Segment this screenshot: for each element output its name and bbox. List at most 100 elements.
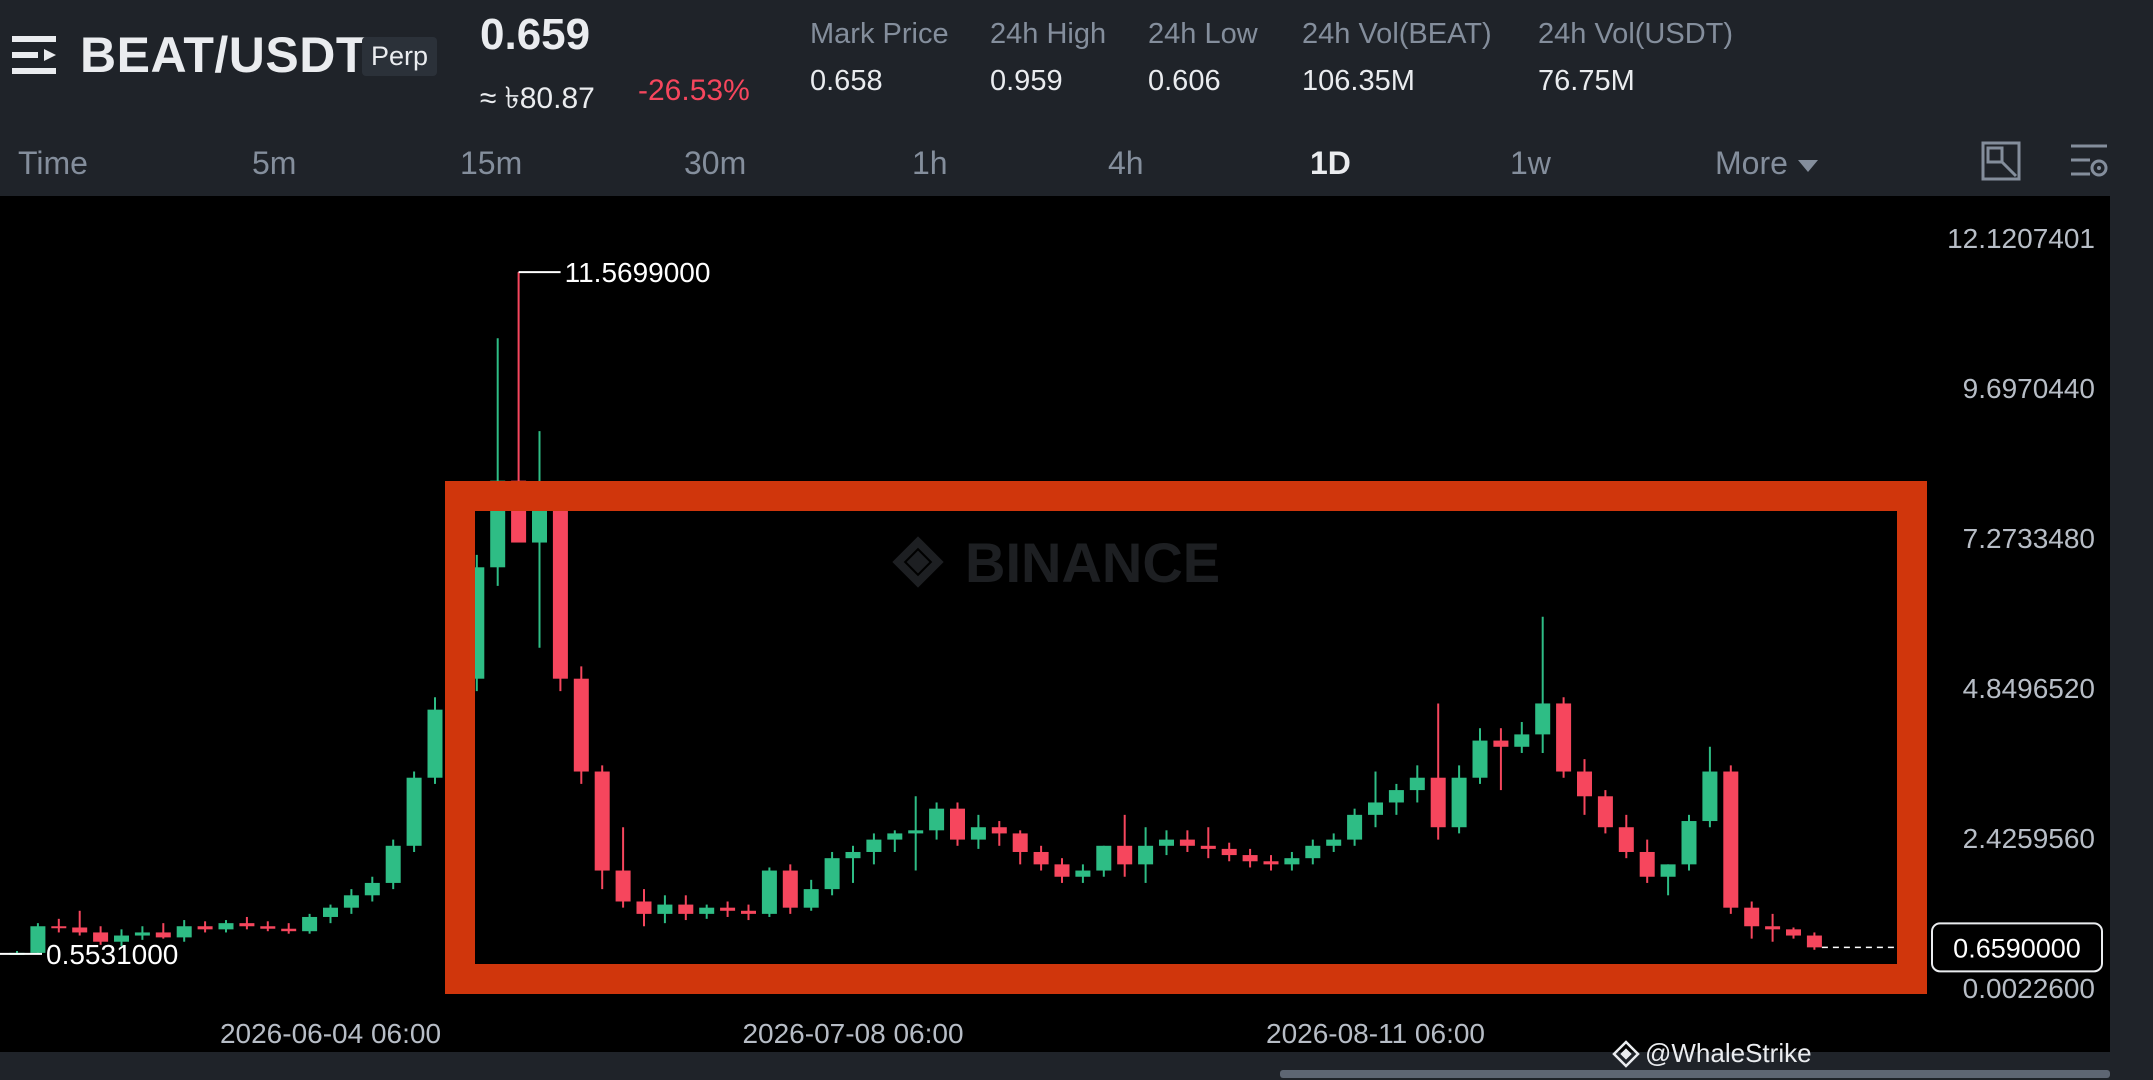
candle — [1409, 765, 1425, 803]
candle-body — [657, 904, 673, 914]
candle-body — [406, 777, 422, 846]
candle — [1159, 830, 1174, 856]
candle-body — [1054, 864, 1070, 877]
stat-value: 76.75M — [1538, 65, 1635, 97]
fullscreen-icon[interactable] — [1980, 140, 2022, 182]
stat-24h-vol-beat: 24h Vol(BEAT) 106.35M — [1302, 18, 1492, 98]
binance-watermark: BINANCE — [892, 531, 1220, 594]
candle — [741, 904, 756, 921]
candle-body — [1075, 870, 1091, 877]
candle-body — [741, 910, 756, 914]
candle — [343, 889, 359, 914]
candle-body — [1681, 821, 1697, 865]
candle-body — [1493, 740, 1509, 747]
candle — [1263, 855, 1279, 871]
candle-body — [1535, 703, 1551, 735]
candle — [1033, 845, 1049, 871]
candle — [720, 901, 736, 917]
candle-body — [1744, 907, 1760, 927]
candle — [950, 802, 965, 846]
stat-value: 106.35M — [1302, 65, 1415, 97]
candle — [155, 923, 171, 939]
candle — [1117, 814, 1133, 877]
candle-body — [761, 870, 777, 914]
last-price: 0.659 — [480, 10, 591, 59]
candle-body — [908, 830, 924, 834]
candle — [1786, 927, 1801, 939]
candle-body — [1806, 935, 1822, 948]
stat-label: 24h Low — [1148, 18, 1258, 50]
candle — [908, 796, 924, 871]
candle — [281, 923, 297, 934]
candlestick-chart[interactable]: BINANCE 12.1207401 9.6970440 7.2733480 4.84… — [0, 196, 2110, 1052]
tab-1w[interactable]: 1w — [1510, 145, 1551, 182]
candle-body — [1284, 858, 1300, 865]
candle-body — [594, 771, 610, 871]
candle-body — [699, 907, 715, 914]
candle-body — [343, 895, 359, 908]
candle-body — [1347, 814, 1363, 840]
candle — [1200, 827, 1216, 859]
candle-body — [427, 709, 443, 778]
chart-scrollbar[interactable] — [1280, 1070, 2110, 1078]
candle — [1096, 845, 1112, 877]
low-price-label: 0.5531000 — [46, 939, 178, 970]
fiat-price: ≈ ৳80.87 — [480, 82, 595, 115]
candle-body — [1200, 845, 1216, 849]
candle-body — [72, 927, 88, 933]
chart-settings-icon[interactable] — [2068, 140, 2110, 182]
candle-body — [218, 923, 234, 930]
candle — [302, 913, 318, 934]
candle — [364, 876, 380, 902]
candle-body — [678, 904, 694, 914]
candle — [1577, 759, 1592, 815]
stat-24h-high: 24h High 0.959 — [990, 18, 1106, 98]
more-timeframes-dropdown[interactable]: More — [1715, 145, 1818, 182]
candle-body — [30, 926, 46, 953]
candle-body — [364, 882, 380, 896]
menu-icon[interactable] — [10, 30, 60, 80]
candle-body — [1786, 929, 1801, 936]
tab-15m[interactable]: 15m — [460, 145, 522, 182]
price-chart[interactable]: BINANCE 12.1207401 9.6970440 7.2733480 4.84… — [0, 196, 2110, 1052]
candle — [1514, 722, 1530, 753]
candle-body — [51, 926, 67, 929]
candle — [1347, 808, 1363, 846]
tab-1h[interactable]: 1h — [912, 145, 948, 182]
candle — [1535, 616, 1551, 753]
stat-mark-price: Mark Price 0.658 — [810, 18, 949, 98]
tab-5m[interactable]: 5m — [252, 145, 296, 182]
candle-body — [1702, 771, 1718, 822]
candle — [406, 771, 422, 852]
stat-value: 0.658 — [810, 65, 883, 97]
candle-body — [845, 851, 861, 859]
candle-body — [1451, 777, 1467, 828]
tab-30m[interactable]: 30m — [684, 145, 746, 182]
candle — [260, 921, 276, 932]
candle-body — [1660, 864, 1676, 877]
candle — [699, 904, 715, 919]
candle — [803, 879, 819, 911]
candle — [1368, 771, 1383, 828]
candle-body — [323, 907, 338, 917]
candle-body — [1263, 861, 1279, 865]
watermark-credit: @WhaleStrike — [1645, 1038, 1812, 1068]
candle-body — [573, 678, 589, 772]
trading-pair-title[interactable]: BEAT/USDT — [80, 26, 367, 84]
candle — [1075, 864, 1091, 883]
candle — [427, 697, 443, 784]
tab-1d[interactable]: 1D — [1310, 145, 1351, 182]
whalestrike-logo-icon — [1612, 1040, 1640, 1068]
tab-time[interactable]: Time — [18, 145, 88, 182]
candle-body — [1179, 839, 1195, 846]
candle-body — [1242, 855, 1258, 862]
price-change-percent: -26.53% — [638, 74, 750, 107]
candle-body — [1409, 777, 1425, 791]
candle-body — [281, 928, 297, 932]
candle — [1138, 827, 1154, 883]
candle — [323, 904, 338, 924]
tab-4h[interactable]: 4h — [1108, 145, 1144, 182]
candle — [1326, 833, 1342, 852]
candle — [1556, 697, 1572, 778]
candle-body — [636, 901, 652, 914]
